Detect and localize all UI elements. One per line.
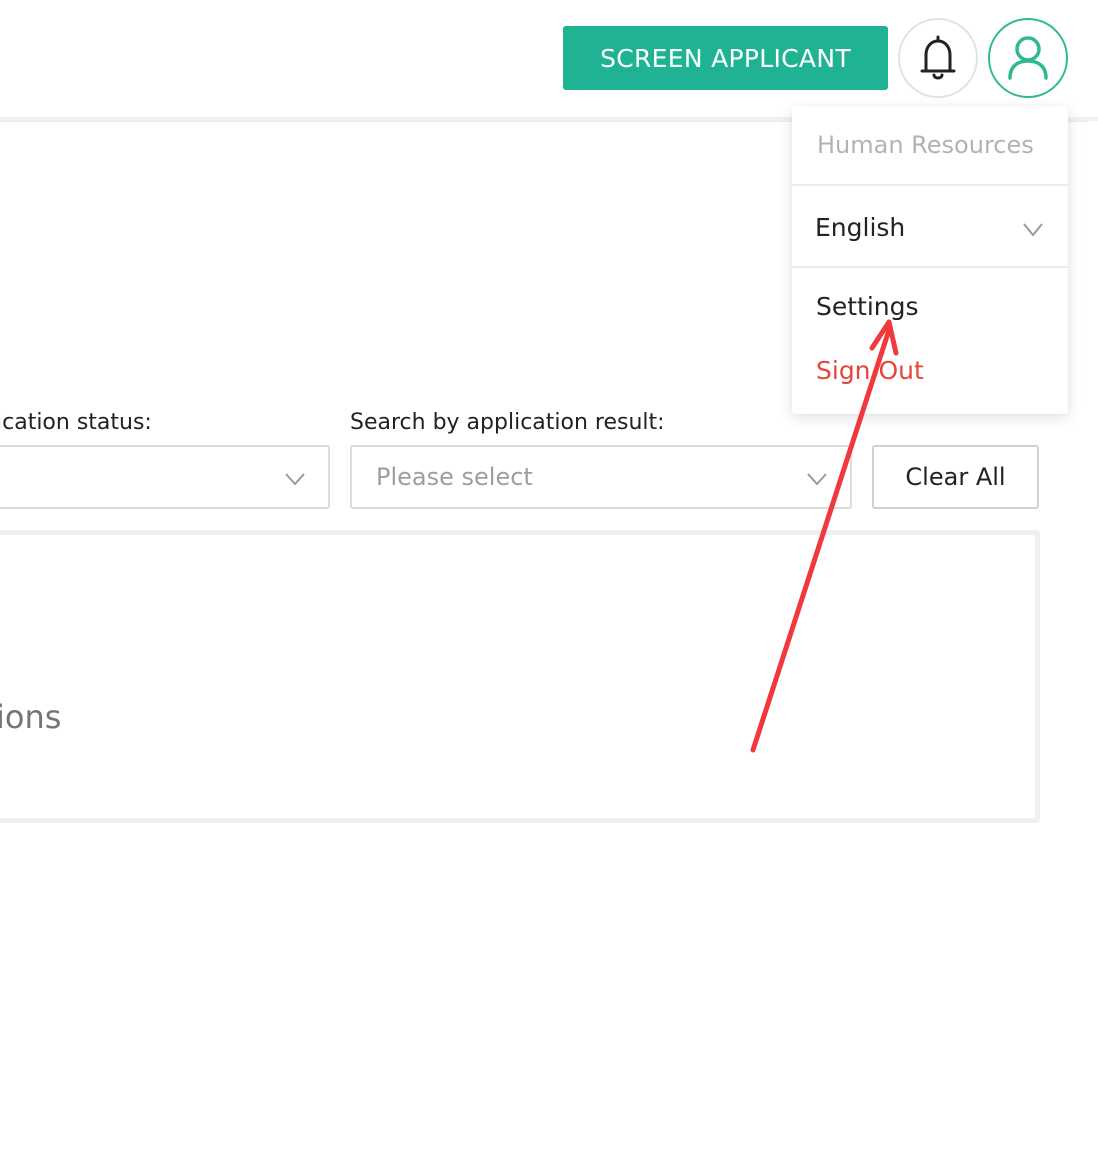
result-select-placeholder: Please select — [376, 463, 533, 491]
language-value: English — [815, 212, 906, 242]
user-dropdown-menu: Human Resources English Settings Sign Ou… — [792, 106, 1068, 414]
result-select[interactable]: Please select — [350, 445, 852, 509]
status-filter-label: ication status: — [0, 410, 152, 435]
results-empty-text: ions — [0, 698, 62, 736]
status-select[interactable]: ct — [0, 445, 330, 509]
notifications-button[interactable] — [898, 18, 978, 98]
screen-applicant-label: SCREEN APPLICANT — [600, 43, 851, 73]
chevron-down-icon — [285, 473, 305, 486]
user-icon — [1008, 36, 1048, 80]
menu-role-label: Human Resources — [792, 106, 1068, 186]
clear-all-label: Clear All — [905, 463, 1006, 491]
result-filter-label: Search by application result: — [350, 410, 665, 435]
chevron-down-icon — [807, 473, 827, 486]
results-panel — [0, 530, 1040, 823]
chevron-down-icon — [1023, 223, 1043, 237]
menu-item-sign-out[interactable]: Sign Out — [816, 356, 924, 385]
screen-applicant-button[interactable]: SCREEN APPLICANT — [563, 26, 888, 90]
menu-item-settings[interactable]: Settings — [816, 292, 919, 321]
clear-all-button[interactable]: Clear All — [872, 445, 1039, 509]
language-select[interactable]: English — [792, 188, 1068, 268]
bell-icon — [920, 35, 956, 80]
user-menu-button[interactable] — [988, 18, 1068, 98]
